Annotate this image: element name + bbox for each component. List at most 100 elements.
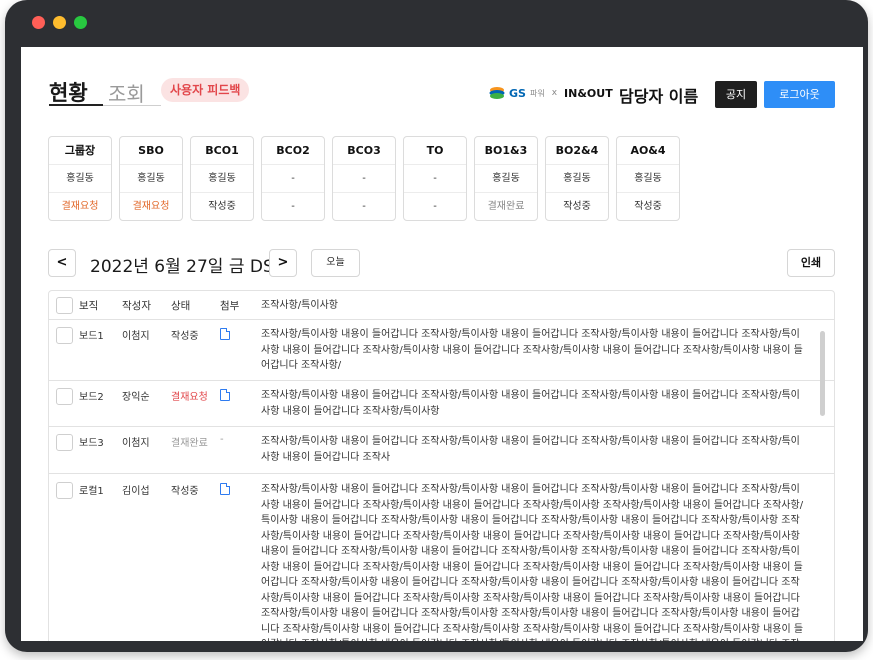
- row-state: 작성중: [171, 331, 199, 342]
- report-table: 보직 작성자 상태 첨부 조작사항/특이사항 보드1 이첨지 작성중 조작사항/…: [48, 290, 835, 641]
- status-card[interactable]: BCO2 - -: [261, 136, 325, 221]
- header-attach: 첨부: [220, 300, 240, 312]
- status-card-state: 작성중: [191, 192, 253, 220]
- status-card-name: 홍길동: [49, 164, 111, 192]
- status-card-name: 홍길동: [120, 164, 182, 192]
- status-card[interactable]: TO - -: [403, 136, 467, 221]
- status-card[interactable]: BCO3 - -: [332, 136, 396, 221]
- status-card[interactable]: SBO 홍길동 결재요청: [119, 136, 183, 221]
- window-frame: 현황 조회 사용자 피드백 GS 파워 x IN&OUT 담당자 이름 공지 로…: [5, 0, 868, 652]
- status-card-state: 결재완료: [475, 192, 537, 220]
- brand-sub: 파워: [529, 88, 545, 98]
- status-card-title: AO&4: [630, 144, 666, 157]
- status-card-state: -: [262, 192, 324, 220]
- status-card-name: -: [404, 164, 466, 192]
- status-card-state: -: [333, 192, 395, 220]
- close-window-dot[interactable]: [32, 16, 45, 29]
- row-writer: 이첨지: [122, 331, 150, 342]
- table-scrollbar[interactable]: [820, 331, 825, 416]
- header-writer: 작성자: [122, 300, 151, 312]
- manager-name: 담당자 이름: [619, 87, 699, 106]
- status-card-state: -: [404, 192, 466, 220]
- status-card-name: 홍길동: [191, 164, 253, 192]
- print-button[interactable]: 인쇄: [787, 249, 835, 277]
- row-checkbox[interactable]: [56, 434, 73, 451]
- status-card-name: 홍길동: [546, 164, 608, 192]
- row-attachment-none: -: [220, 434, 224, 445]
- brand-logo: GS 파워 x IN&OUT: [489, 86, 613, 100]
- row-text: 조작사항/특이사항 내용이 들어갑니다 조작사항/특이사항 내용이 들어갑니다 …: [261, 390, 800, 417]
- window-controls: [32, 16, 87, 29]
- row-checkbox[interactable]: [56, 482, 73, 499]
- table-row[interactable]: 로컬1 김이섭 작성중 조작사항/특이사항 내용이 들어갑니다 조작사항/특이사…: [49, 474, 834, 641]
- tab-underline-active: [49, 104, 103, 106]
- status-card-state: 작성중: [546, 192, 608, 220]
- file-icon[interactable]: [220, 389, 230, 401]
- logout-button[interactable]: 로그아웃: [764, 81, 835, 108]
- date-navigation: < 2022년 6월 27일 금 DS > 오늘 인쇄: [48, 249, 835, 279]
- notice-button[interactable]: 공지: [715, 81, 757, 108]
- user-feedback-button[interactable]: 사용자 피드백: [161, 78, 250, 102]
- row-state: 결재요청: [171, 392, 208, 403]
- status-card-name: 홍길동: [617, 164, 679, 192]
- row-writer: 김이섭: [122, 486, 150, 497]
- header-board: 보직: [79, 300, 99, 312]
- row-attachment[interactable]: [220, 389, 230, 404]
- status-card[interactable]: AO&4 홍길동 작성중: [616, 136, 680, 221]
- row-checkbox[interactable]: [56, 388, 73, 405]
- status-card-title: BCO2: [276, 144, 310, 157]
- row-text: 조작사항/특이사항 내용이 들어갑니다 조작사항/특이사항 내용이 들어갑니다 …: [261, 436, 800, 463]
- status-card-state: 결재요청: [120, 192, 182, 220]
- row-checkbox[interactable]: [56, 327, 73, 344]
- brand-gs: GS: [509, 86, 526, 100]
- status-card-name: -: [262, 164, 324, 192]
- row-state: 결재완료: [171, 438, 208, 449]
- table-row[interactable]: 보드3 이첨지 결재완료 - 조작사항/특이사항 내용이 들어갑니다 조작사항/…: [49, 427, 834, 474]
- tab-search[interactable]: 조회: [108, 78, 145, 107]
- row-attachment[interactable]: [220, 328, 230, 343]
- status-card-name: 홍길동: [475, 164, 537, 192]
- status-card-title: BO2&4: [555, 144, 599, 157]
- gs-logo-icon: [489, 87, 505, 99]
- file-icon[interactable]: [220, 483, 230, 495]
- table-row[interactable]: 보드1 이첨지 작성중 조작사항/특이사항 내용이 들어갑니다 조작사항/특이사…: [49, 320, 834, 381]
- status-card-name: -: [333, 164, 395, 192]
- row-state: 작성중: [171, 486, 199, 497]
- status-card[interactable]: BO2&4 홍길동 작성중: [545, 136, 609, 221]
- status-card-state: 결재요청: [49, 192, 111, 220]
- table-header: 보직 작성자 상태 첨부 조작사항/특이사항: [49, 291, 834, 320]
- row-text: 조작사항/특이사항 내용이 들어갑니다 조작사항/특이사항 내용이 들어갑니다 …: [261, 329, 803, 371]
- minimize-window-dot[interactable]: [53, 16, 66, 29]
- status-card[interactable]: BCO1 홍길동 작성중: [190, 136, 254, 221]
- file-icon[interactable]: [220, 328, 230, 340]
- prev-day-button[interactable]: <: [48, 249, 76, 277]
- row-board: 보드1: [79, 331, 104, 342]
- status-card-title: TO: [426, 144, 444, 157]
- header-text: 조작사항/특이사항: [261, 300, 338, 311]
- table-row[interactable]: 보드2 장익순 결재요청 조작사항/특이사항 내용이 들어갑니다 조작사항/특이…: [49, 381, 834, 427]
- status-card[interactable]: BO1&3 홍길동 결재완료: [474, 136, 538, 221]
- row-board: 보드3: [79, 438, 104, 449]
- row-board: 보드2: [79, 392, 104, 403]
- status-card-title: 그룹장: [64, 144, 96, 157]
- select-all-checkbox[interactable]: [56, 297, 73, 314]
- status-card-title: BCO3: [347, 144, 381, 157]
- today-button[interactable]: 오늘: [311, 249, 360, 277]
- brand-separator: x: [551, 88, 558, 98]
- status-card-title: BO1&3: [484, 144, 528, 157]
- next-day-button[interactable]: >: [269, 249, 297, 277]
- row-attachment[interactable]: [220, 483, 230, 498]
- top-bar: 현황 조회 사용자 피드백 GS 파워 x IN&OUT 담당자 이름 공지 로…: [21, 47, 863, 117]
- tab-status[interactable]: 현황: [49, 77, 88, 107]
- maximize-window-dot[interactable]: [74, 16, 87, 29]
- row-text: 조작사항/특이사항 내용이 들어갑니다 조작사항/특이사항 내용이 들어갑니다 …: [261, 484, 804, 641]
- brand-inout: IN&OUT: [564, 86, 613, 100]
- status-card-state: 작성중: [617, 192, 679, 220]
- row-board: 로컬1: [79, 486, 104, 497]
- current-date: 2022년 6월 27일 금 DS: [90, 257, 274, 277]
- status-card[interactable]: 그룹장 홍길동 결재요청: [48, 136, 112, 221]
- status-card-title: SBO: [138, 144, 164, 157]
- header-state: 상태: [171, 300, 191, 312]
- status-card-title: BCO1: [205, 144, 239, 157]
- approval-status-cards: 그룹장 홍길동 결재요청 SBO 홍길동 결재요청 BCO1 홍길동 작성중 B…: [48, 136, 680, 221]
